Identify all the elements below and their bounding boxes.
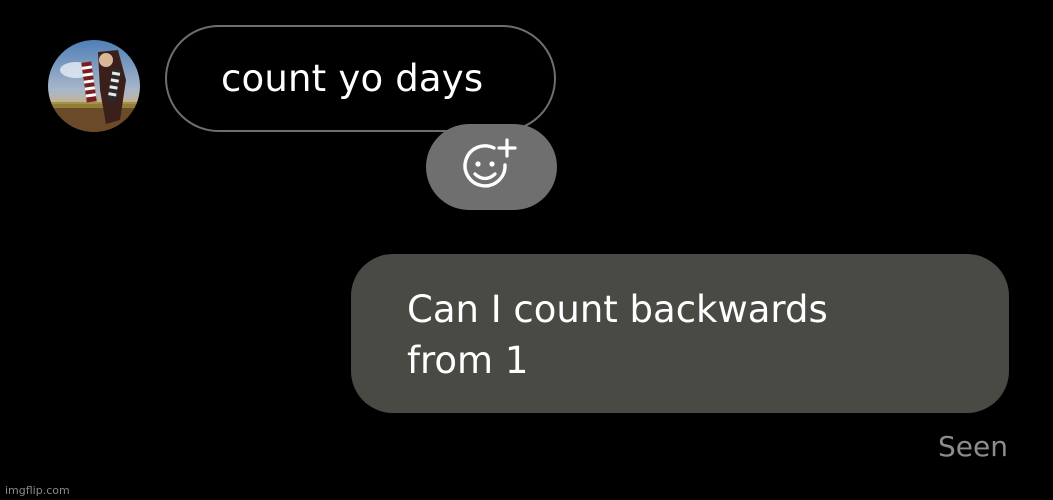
sender-avatar[interactable]: [48, 40, 140, 132]
outgoing-message-text: Can I count backwards from 1: [407, 288, 828, 382]
incoming-message-text: count yo days: [221, 57, 484, 100]
outgoing-message-bubble[interactable]: Can I count backwards from 1: [351, 254, 1009, 413]
seen-status: Seen: [938, 430, 1008, 463]
add-reaction-smiley-icon: [462, 138, 517, 188]
avatar-image: [48, 40, 140, 132]
watermark: imgflip.com: [5, 484, 70, 497]
add-reaction-button[interactable]: [426, 124, 557, 210]
incoming-message-bubble[interactable]: count yo days: [165, 25, 556, 132]
